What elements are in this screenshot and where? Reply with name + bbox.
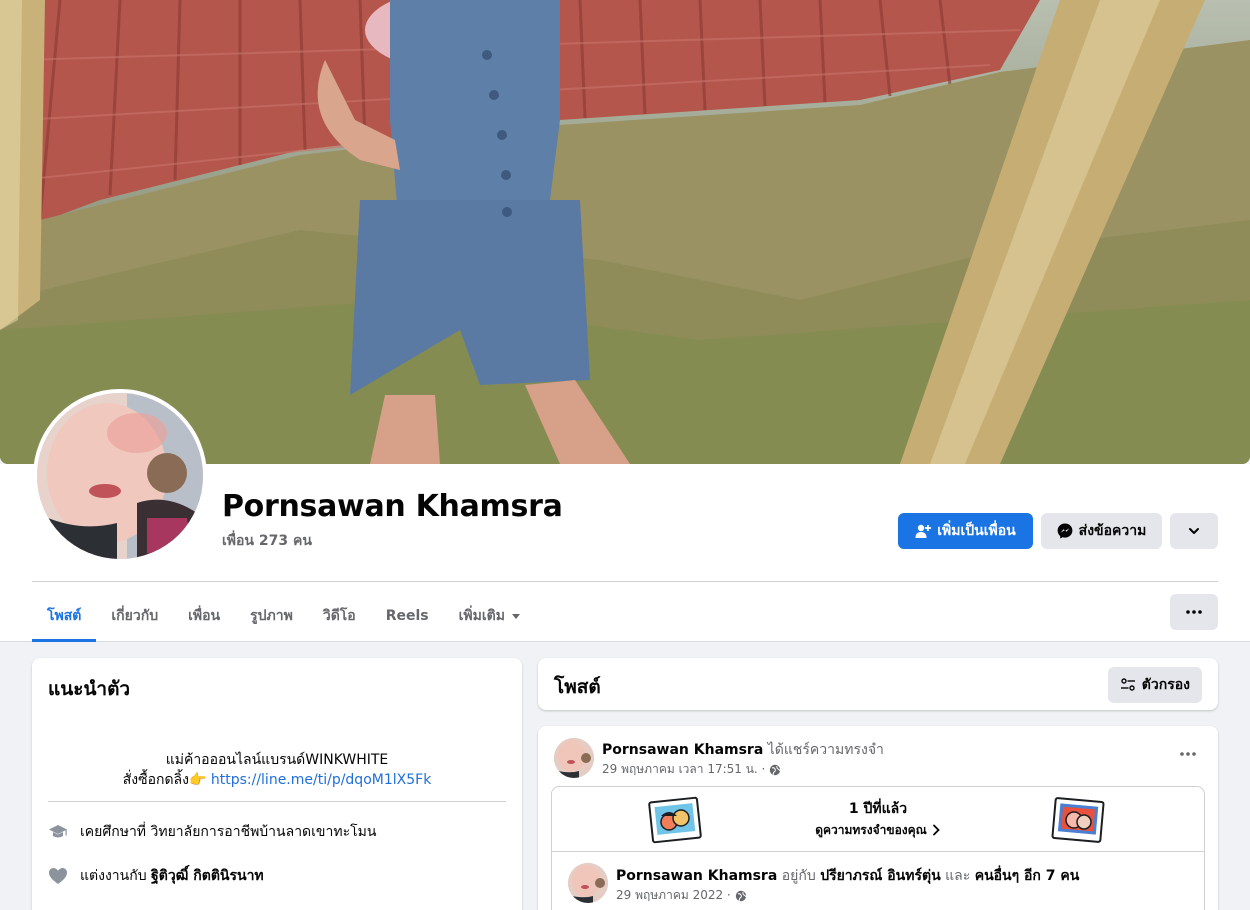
chevron-down-icon [1189, 528, 1199, 534]
add-friend-label: เพิ่มเป็นเพื่อน [937, 523, 1016, 539]
bio-link[interactable]: https://line.me/ti/p/dqoM1lX5Fk [211, 772, 431, 788]
tab-reels-label: Reels [385, 608, 429, 624]
filter-label: ตัวกรอง [1141, 677, 1190, 693]
tab-posts-label: โพสต์ [47, 608, 82, 624]
tab-about[interactable]: เกี่ยวกับ [96, 590, 173, 642]
intro-divider [48, 801, 506, 802]
memory-banner[interactable]: 1 ปีที่แล้ว ดูความทรงจำของคุณ [552, 787, 1204, 852]
profile-avatar[interactable] [33, 389, 207, 563]
post-avatar-image [554, 738, 594, 778]
posts-header-card: โพสต์ ตัวกรอง [538, 658, 1218, 710]
bio-line-2: สั่งซื้อกดลิ้ง👉 https://line.me/ti/p/dqo… [48, 770, 506, 790]
education-text: เคยศึกษาที่ วิทยาลัยการอาชีพบ้านลาดเขาทะ… [80, 821, 376, 843]
post-author-name[interactable]: Pornsawan Khamsra [602, 742, 763, 758]
relationship-prefix: แต่งงานกับ [80, 868, 147, 884]
add-friend-button[interactable]: เพิ่มเป็นเพื่อน [898, 513, 1033, 549]
memory-years: 1 ปีที่แล้ว [848, 801, 908, 817]
tabs-overflow-button[interactable] [1170, 594, 1218, 630]
bio-link-prefix: สั่งซื้อกดลิ้ง👉 [122, 772, 207, 788]
tab-more-label: เพิ่มเติม [458, 608, 505, 624]
more-dots-icon [1180, 752, 1196, 756]
caret-down-icon [511, 614, 520, 619]
more-dots-icon [1186, 610, 1202, 614]
tab-reels[interactable]: Reels [371, 590, 444, 642]
tab-videos[interactable]: วิดีโอ [308, 590, 371, 642]
see-memories-label: ดูความทรงจำของคุณ [815, 823, 927, 837]
heart-icon [49, 868, 67, 884]
shared-avatar-image [568, 863, 608, 903]
tab-photos[interactable]: รูปภาพ [235, 590, 308, 642]
relationship-text: แต่งงานกับ ฐิติวุฒิ์ กิตตินิรนาท [80, 865, 264, 887]
bio: แม่ค้าอออนไลน์แบรนด์WINKWHITE สั่งซื้อกด… [48, 750, 506, 790]
globe-icon [735, 890, 747, 901]
post-card: Pornsawan Khamsra ได้แชร์ความทรงจำ 29 พฤ… [538, 726, 1218, 910]
shared-with-word: อยู่กับ [781, 868, 816, 884]
shared-post-header: Pornsawan Khamsra อยู่กับ ปรียาภรณ์ อินท… [616, 865, 1079, 887]
tab-about-label: เกี่ยวกับ [111, 608, 159, 624]
tab-more[interactable]: เพิ่มเติม [444, 590, 536, 642]
education-school[interactable]: วิทยาลัยการอาชีพบ้านลาดเขาทะโมน [151, 824, 377, 840]
friends-count[interactable]: เพื่อน 273 คน [222, 530, 312, 552]
post-author-avatar[interactable] [554, 738, 594, 778]
shared-post-author[interactable]: Pornsawan Khamsra [616, 868, 777, 884]
add-friend-icon [915, 524, 932, 538]
shared-post-timestamp[interactable]: 29 พฤษภาคม 2022 · [616, 886, 747, 905]
graduation-cap-icon [49, 825, 67, 838]
profile-page: Pornsawan Khamsra เพื่อน 273 คน เพิ่มเป็… [0, 0, 1250, 910]
and-word: และ [945, 868, 971, 884]
education-prefix: เคยศึกษาที่ [80, 824, 147, 840]
intro-title: แนะนำตัว [48, 678, 131, 700]
intro-card: แนะนำตัว แม่ค้าอออนไลน์แบรนด์WINKWHITE ส… [32, 658, 522, 910]
memory-card: 1 ปีที่แล้ว ดูความทรงจำของคุณ Pornsawan … [551, 786, 1205, 910]
avatar-image [37, 393, 203, 559]
post-time-text: 29 พฤษภาคม เวลา 17:51 น. · [602, 762, 766, 776]
posts-title: โพสต์ [554, 676, 601, 698]
tab-posts[interactable]: โพสต์ [32, 590, 97, 642]
shared-post-avatar[interactable] [568, 863, 608, 903]
see-memories-link[interactable]: ดูความทรงจำของคุณ [815, 820, 941, 840]
tab-friends-label: เพื่อน [188, 608, 221, 624]
post-options-button[interactable] [1174, 744, 1202, 764]
tab-photos-label: รูปภาพ [250, 608, 293, 624]
spouse-name[interactable]: ฐิติวุฒิ์ กิตตินิรนาท [151, 868, 264, 884]
profile-tabs: โพสต์ เกี่ยวกับ เพื่อน รูปภาพ วิดีโอ Ree… [32, 590, 536, 642]
tagged-person[interactable]: ปรียาภรณ์ อินทร์ตุ่น [820, 868, 940, 884]
cover-photo-illustration [0, 0, 1250, 464]
filter-icon [1120, 678, 1135, 691]
header-divider [32, 581, 1218, 582]
cover-photo[interactable] [0, 0, 1250, 464]
post-action-text: ได้แชร์ความทรงจำ [767, 742, 884, 758]
messenger-icon [1057, 523, 1073, 539]
memory-text: 1 ปีที่แล้ว ดูความทรงจำของคุณ [552, 799, 1204, 840]
message-button[interactable]: ส่งข้อความ [1041, 513, 1162, 549]
education-row: เคยศึกษาที่ วิทยาลัยการอาชีพบ้านลาดเขาทะ… [48, 821, 376, 843]
post-header-text: Pornsawan Khamsra ได้แชร์ความทรงจำ [602, 739, 884, 761]
tab-friends[interactable]: เพื่อน [173, 590, 235, 642]
post-timestamp[interactable]: 29 พฤษภาคม เวลา 17:51 น. · [602, 760, 781, 779]
profile-options-button[interactable] [1170, 513, 1218, 549]
shared-time-text: 29 พฤษภาคม 2022 · [616, 888, 731, 902]
globe-icon [770, 764, 781, 775]
filter-button[interactable]: ตัวกรอง [1107, 667, 1202, 703]
chevron-right-icon [932, 824, 940, 836]
bio-line-1: แม่ค้าอออนไลน์แบรนด์WINKWHITE [165, 752, 389, 768]
memory-couple-illustration-icon [1051, 797, 1105, 843]
tab-videos-label: วิดีโอ [322, 608, 356, 624]
message-label: ส่งข้อความ [1078, 523, 1147, 539]
profile-name: Pornsawan Khamsra [222, 489, 563, 524]
relationship-row: แต่งงานกับ ฐิติวุฒิ์ กิตตินิรนาท [48, 865, 264, 887]
tagged-others[interactable]: คนอื่นๆ อีก 7 คน [975, 868, 1080, 884]
